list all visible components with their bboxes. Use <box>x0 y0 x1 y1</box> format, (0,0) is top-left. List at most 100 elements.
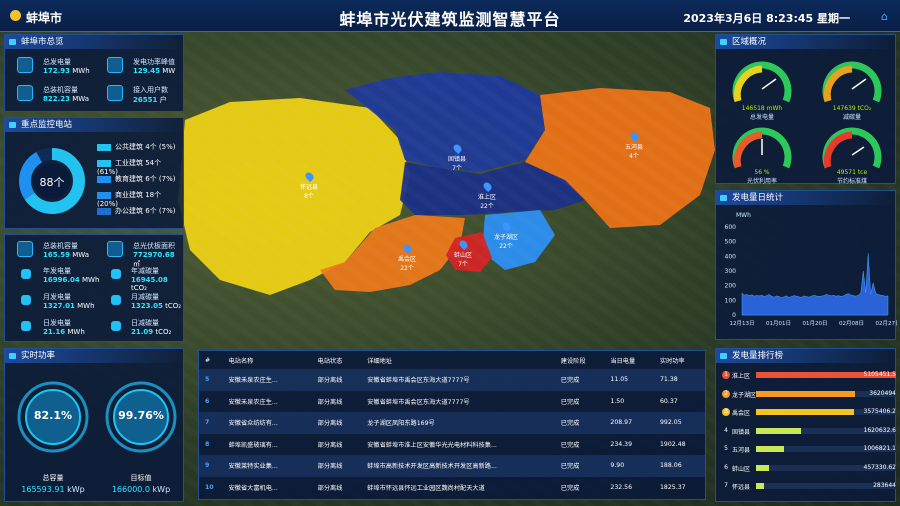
rank-value: 283644 <box>873 482 896 489</box>
map-label-huaishang[interactable]: 淮上区 22个 <box>478 180 496 210</box>
region-huaiyuan[interactable] <box>178 98 410 295</box>
stat-panel-area: 总光伏板面积 772970.68 ㎡ <box>133 242 175 268</box>
stat-day-generation: 日发电量 21.16 MWh <box>43 319 85 336</box>
region-count: 22个 <box>400 265 414 272</box>
rank-bar <box>756 446 784 452</box>
panel-icon <box>17 241 33 257</box>
daily-generation-chart[interactable]: MWh 600 500 400 300 200 100 012月13日 01月01日 01月20日… <box>716 205 897 341</box>
table-cell: 208.97 <box>604 412 654 434</box>
panel-title: 实时功率 <box>5 349 183 363</box>
table-cell: 992.05 <box>653 412 705 434</box>
region-longzihu[interactable] <box>482 210 555 270</box>
region-count: 22个 <box>499 243 513 250</box>
map-pin-icon <box>457 238 469 251</box>
year-gen-icon <box>21 269 31 279</box>
chart-area-series[interactable] <box>741 253 889 316</box>
table-row[interactable]: 6 安徽禾泉农庄生... 部分离线 安徽省蚌埠市禹会区东海大道7777号 已完成 1.50… <box>199 391 705 413</box>
region-count: 4个 <box>629 153 639 160</box>
gauge-generation <box>732 61 792 103</box>
stat-month-carbon: 月减碳量 1323.05 tCO₂ <box>131 293 182 310</box>
table-cell: 234.39 <box>610 440 633 448</box>
datetime: 2023年3月6日 8:23:45 星期一 <box>683 12 850 25</box>
region-yuhui[interactable] <box>320 215 465 292</box>
rank-region: 淮上区 <box>732 373 751 380</box>
gauge-coal-text: 49571 tce 节约标准煤 <box>836 169 868 185</box>
panel-title: 蚌埠市总览 <box>5 35 183 49</box>
chart-x-tick: 01月01日 <box>766 320 791 327</box>
rank-number: 4 <box>724 426 728 434</box>
chart-y-unit: MWh <box>736 212 751 219</box>
col-daily: 当日电量 <box>610 357 636 365</box>
map-label-wuhe[interactable]: 五河县 4个 <box>625 130 643 160</box>
gauge-carbon-text: 147639 tCO₂ 减碳量 <box>832 105 872 121</box>
rank-bar <box>756 390 855 397</box>
chart-x-tick: 12月13日 <box>730 320 755 327</box>
realtime-power-panel: 实时功率 82.1% 99.76% 总容量 165593.91 kWp 目标值 … <box>4 348 184 502</box>
stat-year-carbon: 年减碳量 16945.08 tCO₂ <box>131 267 168 292</box>
home-icon[interactable]: ⌂ <box>881 10 888 23</box>
map-pin-icon <box>481 180 493 193</box>
users-icon <box>107 85 123 101</box>
table-header-row: # 电站名称 电站状态 详细地址 建设阶段 当日电量 实时功率 <box>199 351 705 369</box>
table-cell: 188.06 <box>653 455 705 477</box>
overview-panel: 蚌埠市总览 总发电量 172.93 MWh 发电功率峰值 129.45 MW 总装机… <box>4 34 184 112</box>
chart-y-tick: 300 <box>725 268 737 275</box>
map-label-yuhui[interactable]: 禹会区 22个 <box>398 242 417 272</box>
map-pin-icon <box>303 170 315 183</box>
region-guzhen[interactable] <box>345 72 545 172</box>
key-stations-panel: 重点监控电站 88个 公共建筑 4个 (5%) 工业建筑 54个 (61%) 教… <box>4 117 184 229</box>
panel-title: 发电量日统计 <box>716 191 895 205</box>
region-name: 固镇县 <box>448 156 467 163</box>
table-cell: 5 <box>199 369 223 391</box>
table-row[interactable]: 7 安徽省众纺纺有... 部分离线 龙子湖区凤阳东路169号 已完成 208.97 992.… <box>199 412 705 434</box>
map-label-bengshan[interactable]: 蚌山区 7个 <box>454 238 472 268</box>
table-row[interactable]: 8 蚌埠凯盛玻璃有... 部分离线 安徽省蚌埠市淮上区安徽华光光电材料科技集... 已完… <box>199 434 705 456</box>
table-cell: 安徽禾泉农庄生... <box>228 398 278 406</box>
region-count: 7个 <box>458 261 468 268</box>
rank-value: 1006821.1 <box>863 445 896 452</box>
donut-center-label: 88个 <box>39 176 65 189</box>
legend-education[interactable]: 教育建筑 6个 (7%) <box>97 174 175 184</box>
rank-value: 1620632.6 <box>863 426 896 434</box>
table-cell: 232.56 <box>610 483 633 491</box>
table-row[interactable]: 5 安徽禾泉农庄生... 部分离线 安徽省蚌埠市禹会区东海大道7777号 已完成 11.0… <box>199 369 705 391</box>
table-cell: 部分离线 <box>311 412 362 434</box>
map-label-guzhen[interactable]: 固镇县 7个 <box>448 142 467 172</box>
table-cell: 安徽省大富机电... <box>228 484 278 492</box>
gauge-utilization-text: 56 % 光伏利用率 <box>746 169 777 185</box>
chart-x-tick: 02月27日 <box>876 320 898 327</box>
region-wuhe[interactable] <box>525 88 715 228</box>
table-cell: 9.90 <box>604 455 654 477</box>
capacity-gauge-sub: 165593.91 kWp <box>21 485 85 494</box>
map-pin-icon <box>451 142 463 155</box>
rank-region: 五河县 <box>732 447 751 454</box>
region-count: 7个 <box>452 165 462 172</box>
area-icon <box>107 241 123 257</box>
table-cell: 1902.48 <box>659 440 686 448</box>
table-cell: 1.50 <box>610 397 625 405</box>
table-row[interactable]: 9 安徽莱特实业集... 部分离线 蚌埠市高新技术开发区高新技术开发区高新路... 已完… <box>199 455 705 477</box>
map-label-longzihu[interactable]: 龙子湖区 22个 <box>494 220 518 250</box>
legend-office[interactable]: 办公建筑 6个 (7%) <box>97 206 175 216</box>
rank-bar <box>756 483 764 489</box>
table-cell: 部分离线 <box>317 484 343 492</box>
col-stage: 建设阶段 <box>560 357 586 365</box>
target-gauge-label: 目标值 <box>130 474 152 482</box>
table-row[interactable]: 10 安徽省大富机电... 部分离线 蚌埠市怀远县怀远工业园区魏尚村配天大道 已完成 23… <box>199 477 705 499</box>
rank-value: 5105451.5 <box>863 371 896 378</box>
year-carbon-icon <box>111 269 121 279</box>
legend-public[interactable]: 公共建筑 4个 (5%) <box>97 142 175 152</box>
capacity-gauge-label: 总容量 <box>42 474 64 482</box>
rank-value: 3620494 <box>869 389 896 397</box>
chart-y-tick: 0 <box>732 312 736 319</box>
panel-title: 重点监控电站 <box>5 118 183 132</box>
target-gauge-sub: 166000.0 kWp <box>111 485 171 494</box>
map-label-huaiyuan[interactable]: 怀远县 8个 <box>300 170 318 200</box>
capacity-panel: 总装机容量 165.59 MWa 总光伏板面积 772970.68 ㎡ 年发电量 16… <box>4 234 184 342</box>
table-cell: 部分离线 <box>317 441 343 449</box>
region-count: 8个 <box>304 193 314 200</box>
region-name: 禹会区 <box>398 256 417 263</box>
panel-title: 区域概况 <box>716 35 895 49</box>
rank-number: 1 <box>722 371 730 379</box>
table-cell: 蚌埠市怀远县怀远工业园区魏尚村配天大道 <box>367 484 485 492</box>
